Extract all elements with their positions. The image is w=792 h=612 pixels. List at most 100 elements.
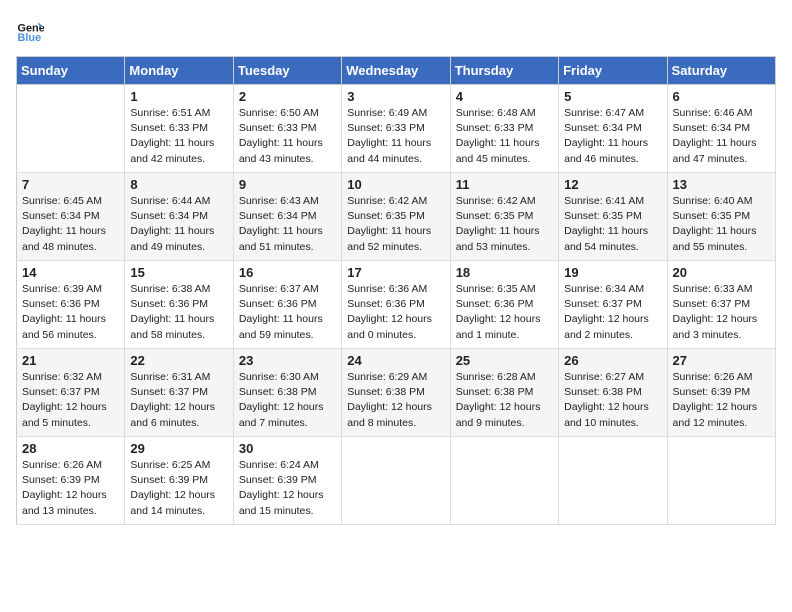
week-row-4: 21 Sunrise: 6:32 AM Sunset: 6:37 PM Dayli… [17, 349, 776, 437]
day-info: Sunrise: 6:33 AM Sunset: 6:37 PM Dayligh… [673, 282, 770, 343]
day-info: Sunrise: 6:27 AM Sunset: 6:38 PM Dayligh… [564, 370, 661, 431]
calendar-cell: 7 Sunrise: 6:45 AM Sunset: 6:34 PM Daylig… [17, 173, 125, 261]
calendar-cell: 19 Sunrise: 6:34 AM Sunset: 6:37 PM Dayli… [559, 261, 667, 349]
col-header-friday: Friday [559, 57, 667, 85]
calendar-cell: 24 Sunrise: 6:29 AM Sunset: 6:38 PM Dayli… [342, 349, 450, 437]
week-row-3: 14 Sunrise: 6:39 AM Sunset: 6:36 PM Dayli… [17, 261, 776, 349]
calendar-cell: 28Sunrise: 6:26 AM Sunset: 6:39 PM Dayli… [17, 437, 125, 525]
day-number: 16 [239, 265, 336, 280]
calendar-cell: 5 Sunrise: 6:47 AM Sunset: 6:34 PM Daylig… [559, 85, 667, 173]
day-number: 18 [456, 265, 553, 280]
day-number: 13 [673, 177, 770, 192]
day-info: Sunrise: 6:29 AM Sunset: 6:38 PM Dayligh… [347, 370, 444, 431]
col-header-sunday: Sunday [17, 57, 125, 85]
col-header-saturday: Saturday [667, 57, 775, 85]
calendar-cell: 14 Sunrise: 6:39 AM Sunset: 6:36 PM Dayli… [17, 261, 125, 349]
day-info: Sunrise: 6:39 AM Sunset: 6:36 PM Dayligh… [22, 282, 119, 343]
day-info: Sunrise: 6:31 AM Sunset: 6:37 PM Dayligh… [130, 370, 227, 431]
day-number: 24 [347, 353, 444, 368]
day-number: 29 [130, 441, 227, 456]
calendar-cell [342, 437, 450, 525]
logo-icon: General Blue [16, 16, 44, 44]
calendar-cell: 16 Sunrise: 6:37 AM Sunset: 6:36 PM Dayli… [233, 261, 341, 349]
day-info: Sunrise: 6:37 AM Sunset: 6:36 PM Dayligh… [239, 282, 336, 343]
calendar-cell: 1Sunrise: 6:51 AM Sunset: 6:33 PM Daylig… [125, 85, 233, 173]
day-info: Sunrise: 6:40 AM Sunset: 6:35 PM Dayligh… [673, 194, 770, 255]
day-info: Sunrise: 6:51 AM Sunset: 6:33 PM Dayligh… [130, 106, 227, 167]
day-number: 25 [456, 353, 553, 368]
calendar-cell [559, 437, 667, 525]
day-info: Sunrise: 6:46 AM Sunset: 6:34 PM Dayligh… [673, 106, 770, 167]
calendar-cell: 8 Sunrise: 6:44 AM Sunset: 6:34 PM Daylig… [125, 173, 233, 261]
day-number: 30 [239, 441, 336, 456]
day-info: Sunrise: 6:28 AM Sunset: 6:38 PM Dayligh… [456, 370, 553, 431]
day-number: 6 [673, 89, 770, 104]
day-info: Sunrise: 6:42 AM Sunset: 6:35 PM Dayligh… [347, 194, 444, 255]
day-info: Sunrise: 6:48 AM Sunset: 6:33 PM Dayligh… [456, 106, 553, 167]
week-row-2: 7 Sunrise: 6:45 AM Sunset: 6:34 PM Daylig… [17, 173, 776, 261]
day-info: Sunrise: 6:30 AM Sunset: 6:38 PM Dayligh… [239, 370, 336, 431]
day-number: 20 [673, 265, 770, 280]
day-info: Sunrise: 6:42 AM Sunset: 6:35 PM Dayligh… [456, 194, 553, 255]
day-number: 3 [347, 89, 444, 104]
day-info: Sunrise: 6:32 AM Sunset: 6:37 PM Dayligh… [22, 370, 119, 431]
week-row-1: 1Sunrise: 6:51 AM Sunset: 6:33 PM Daylig… [17, 85, 776, 173]
svg-text:Blue: Blue [18, 32, 42, 44]
calendar-cell: 11 Sunrise: 6:42 AM Sunset: 6:35 PM Dayli… [450, 173, 558, 261]
day-info: Sunrise: 6:25 AM Sunset: 6:39 PM Dayligh… [130, 458, 227, 519]
day-number: 23 [239, 353, 336, 368]
day-number: 12 [564, 177, 661, 192]
day-info: Sunrise: 6:49 AM Sunset: 6:33 PM Dayligh… [347, 106, 444, 167]
day-info: Sunrise: 6:44 AM Sunset: 6:34 PM Dayligh… [130, 194, 227, 255]
day-number: 15 [130, 265, 227, 280]
calendar-cell: 30 Sunrise: 6:24 AM Sunset: 6:39 PM Dayli… [233, 437, 341, 525]
day-info: Sunrise: 6:34 AM Sunset: 6:37 PM Dayligh… [564, 282, 661, 343]
calendar-cell: 9Sunrise: 6:43 AM Sunset: 6:34 PM Daylig… [233, 173, 341, 261]
day-info: Sunrise: 6:26 AM Sunset: 6:39 PM Dayligh… [673, 370, 770, 431]
day-info: Sunrise: 6:35 AM Sunset: 6:36 PM Dayligh… [456, 282, 553, 343]
logo: General Blue [16, 16, 48, 44]
day-number: 8 [130, 177, 227, 192]
page-header: General Blue [16, 16, 776, 44]
calendar-cell: 18 Sunrise: 6:35 AM Sunset: 6:36 PM Dayli… [450, 261, 558, 349]
day-number: 19 [564, 265, 661, 280]
day-number: 5 [564, 89, 661, 104]
day-info: Sunrise: 6:50 AM Sunset: 6:33 PM Dayligh… [239, 106, 336, 167]
day-number: 11 [456, 177, 553, 192]
calendar-cell: 25 Sunrise: 6:28 AM Sunset: 6:38 PM Dayli… [450, 349, 558, 437]
calendar-cell: 2 Sunrise: 6:50 AM Sunset: 6:33 PM Daylig… [233, 85, 341, 173]
col-header-monday: Monday [125, 57, 233, 85]
day-number: 10 [347, 177, 444, 192]
day-number: 7 [22, 177, 119, 192]
calendar-cell: 12Sunrise: 6:41 AM Sunset: 6:35 PM Dayli… [559, 173, 667, 261]
calendar-cell: 27 Sunrise: 6:26 AM Sunset: 6:39 PM Dayli… [667, 349, 775, 437]
day-number: 27 [673, 353, 770, 368]
calendar-cell [17, 85, 125, 173]
calendar-table: SundayMondayTuesdayWednesdayThursdayFrid… [16, 56, 776, 525]
day-number: 4 [456, 89, 553, 104]
col-header-wednesday: Wednesday [342, 57, 450, 85]
day-info: Sunrise: 6:47 AM Sunset: 6:34 PM Dayligh… [564, 106, 661, 167]
day-number: 22 [130, 353, 227, 368]
calendar-cell: 4 Sunrise: 6:48 AM Sunset: 6:33 PM Daylig… [450, 85, 558, 173]
calendar-cell [667, 437, 775, 525]
calendar-cell: 13 Sunrise: 6:40 AM Sunset: 6:35 PM Dayli… [667, 173, 775, 261]
week-row-5: 28Sunrise: 6:26 AM Sunset: 6:39 PM Dayli… [17, 437, 776, 525]
calendar-cell: 6 Sunrise: 6:46 AM Sunset: 6:34 PM Daylig… [667, 85, 775, 173]
day-number: 14 [22, 265, 119, 280]
calendar-cell: 10 Sunrise: 6:42 AM Sunset: 6:35 PM Dayli… [342, 173, 450, 261]
calendar-cell [450, 437, 558, 525]
calendar-cell: 23 Sunrise: 6:30 AM Sunset: 6:38 PM Dayli… [233, 349, 341, 437]
calendar-cell: 3 Sunrise: 6:49 AM Sunset: 6:33 PM Daylig… [342, 85, 450, 173]
calendar-cell: 15Sunrise: 6:38 AM Sunset: 6:36 PM Dayli… [125, 261, 233, 349]
day-info: Sunrise: 6:26 AM Sunset: 6:39 PM Dayligh… [22, 458, 119, 519]
calendar-cell: 20 Sunrise: 6:33 AM Sunset: 6:37 PM Dayli… [667, 261, 775, 349]
calendar-cell: 17Sunrise: 6:36 AM Sunset: 6:36 PM Dayli… [342, 261, 450, 349]
day-info: Sunrise: 6:24 AM Sunset: 6:39 PM Dayligh… [239, 458, 336, 519]
calendar-cell: 26 Sunrise: 6:27 AM Sunset: 6:38 PM Dayli… [559, 349, 667, 437]
day-number: 2 [239, 89, 336, 104]
day-number: 26 [564, 353, 661, 368]
day-number: 21 [22, 353, 119, 368]
day-info: Sunrise: 6:45 AM Sunset: 6:34 PM Dayligh… [22, 194, 119, 255]
calendar-cell: 29 Sunrise: 6:25 AM Sunset: 6:39 PM Dayli… [125, 437, 233, 525]
